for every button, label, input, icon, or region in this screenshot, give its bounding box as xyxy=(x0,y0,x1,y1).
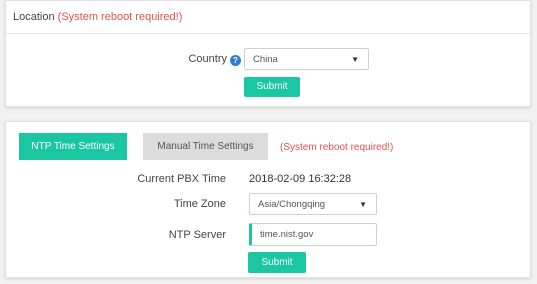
tab-manual-time-settings[interactable]: Manual Time Settings xyxy=(143,133,268,160)
country-label: Country xyxy=(188,53,227,65)
info-icon[interactable]: ? xyxy=(230,55,241,66)
time-settings-panel: NTP Time Settings Manual Time Settings (… xyxy=(5,121,531,278)
tab-ntp-time-settings[interactable]: NTP Time Settings xyxy=(19,133,127,160)
ntp-server-input[interactable]: time.nist.gov xyxy=(249,223,377,246)
caret-down-icon: ▼ xyxy=(351,55,359,64)
country-select-value: China xyxy=(253,54,278,65)
location-panel: Location (System reboot required!) Count… xyxy=(5,0,531,107)
current-time-label: Current PBX Time xyxy=(137,173,226,185)
time-submit-button[interactable]: Submit xyxy=(248,252,306,273)
timezone-select-value: Asia/Chongqing xyxy=(258,199,326,210)
ntp-server-label: NTP Server xyxy=(168,229,226,241)
timezone-select[interactable]: Asia/Chongqing ▼ xyxy=(249,193,377,215)
current-time-value: 2018-02-09 16:32:28 xyxy=(249,173,352,185)
location-submit-button[interactable]: Submit xyxy=(244,77,300,97)
location-header: Location (System reboot required!) xyxy=(6,1,530,34)
location-reboot-warning: (System reboot required!) xyxy=(57,11,183,23)
location-title: Location xyxy=(13,11,55,23)
timezone-label: Time Zone xyxy=(173,198,226,210)
caret-down-icon: ▼ xyxy=(359,200,367,209)
ntp-server-value: time.nist.gov xyxy=(260,229,314,240)
country-select[interactable]: China ▼ xyxy=(244,48,369,70)
country-label-row: Country? xyxy=(146,53,241,66)
time-reboot-warning: (System reboot required!) xyxy=(280,142,394,153)
